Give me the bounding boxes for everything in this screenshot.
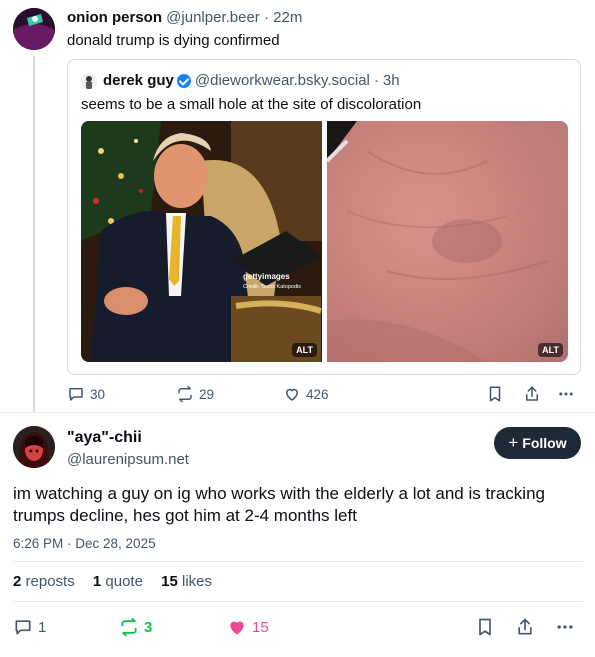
focused-post: "aya"-chii @laurenipsum.net + Follow im … [0, 412, 595, 657]
repost-icon [121, 617, 137, 637]
more-options-button[interactable] [557, 385, 580, 403]
alt-badge[interactable]: ALT [538, 343, 563, 357]
follow-label: Follow [522, 435, 567, 451]
quotes-stat[interactable]: 1 quote [93, 573, 143, 590]
engagement-stats: 2 reposts 1 quote 15 likes [13, 573, 226, 590]
quote-image-1[interactable]: gettyimages Credit: Tasos Katopodis ALT [81, 121, 322, 362]
reply-count: 1 [38, 618, 47, 636]
post-header: onion person @junlper.beer · 22m [67, 9, 302, 26]
heart-filled-icon [230, 621, 244, 635]
repost-count: 3 [144, 618, 153, 636]
reply-icon [69, 388, 83, 401]
author-name[interactable]: "aya"-chii [67, 429, 142, 447]
author-name[interactable]: onion person [67, 9, 162, 26]
thread-line [33, 56, 35, 412]
separator: · [263, 9, 269, 26]
bookmark-button[interactable] [475, 617, 500, 637]
plus-icon: + [508, 433, 519, 452]
reply-button[interactable]: 30 [67, 385, 105, 403]
like-count: 15 [252, 618, 269, 636]
divider [13, 601, 583, 602]
quote-avatar-image [81, 72, 97, 89]
quote-author-name[interactable]: derek guy [103, 72, 174, 89]
post-datetime: 6:26 PM · Dec 28, 2025 [13, 536, 156, 551]
post-time[interactable]: 22m [273, 9, 302, 26]
repost-count: 29 [199, 386, 215, 402]
avatar[interactable] [13, 8, 55, 50]
like-button[interactable]: 15 [227, 617, 269, 637]
separator: · [373, 72, 379, 89]
likes-stat[interactable]: 15 likes [161, 573, 212, 590]
share-icon [518, 618, 532, 635]
repost-button[interactable]: 3 [119, 617, 152, 637]
repost-button[interactable]: 29 [176, 385, 214, 403]
follow-button[interactable]: + Follow [494, 427, 581, 459]
quote-time[interactable]: 3h [383, 72, 400, 89]
reply-count: 30 [90, 386, 106, 402]
divider [13, 561, 583, 562]
quote-text: seems to be a small hole at the site of … [81, 96, 422, 113]
post-text: im watching a guy on ig who works with t… [13, 484, 545, 525]
image-credit: Credit: Tasos Katopodis [243, 284, 301, 290]
repost-icon [178, 385, 192, 403]
avatar-image [13, 8, 55, 50]
photo-skin-closeup [327, 121, 568, 362]
feed-post[interactable]: onion person @junlper.beer · 22m donald … [0, 0, 595, 412]
author-handle[interactable]: @junlper.beer [166, 9, 260, 26]
post-text: donald trump is dying confirmed [67, 32, 280, 49]
share-icon [526, 386, 538, 401]
quote-author-handle[interactable]: @dieworkwear.bsky.social [195, 72, 370, 89]
avatar[interactable] [13, 426, 55, 468]
image-watermark: gettyimages [243, 272, 290, 281]
author-handle[interactable]: @laurenipsum.net [67, 451, 189, 468]
post-actions: 1 3 15 [13, 617, 583, 641]
quote-header: derek guy @dieworkwear.bsky.social · 3h [81, 72, 400, 89]
more-options-button[interactable] [555, 617, 580, 637]
bookmark-icon [479, 618, 491, 636]
reply-button[interactable]: 1 [13, 617, 46, 637]
quote-avatar[interactable] [81, 72, 97, 89]
like-button[interactable]: 426 [283, 385, 329, 403]
more-options-icon [559, 392, 573, 396]
photo-trump-phone: gettyimages Credit: Tasos Katopodis [81, 121, 322, 362]
share-button[interactable] [523, 385, 546, 403]
like-count: 426 [306, 386, 329, 402]
share-button[interactable] [515, 617, 540, 637]
bookmark-icon [489, 386, 501, 402]
reposts-stat[interactable]: 2 reposts [13, 573, 75, 590]
reply-icon [15, 620, 31, 635]
verified-badge-icon [176, 73, 191, 88]
avatar-image [13, 426, 55, 468]
quote-image-2[interactable]: ALT [327, 121, 568, 362]
post-actions: 30 29 426 [67, 385, 581, 407]
more-options-icon [557, 625, 573, 629]
bookmark-button[interactable] [486, 385, 509, 403]
quoted-post[interactable]: derek guy @dieworkwear.bsky.social · 3h … [67, 59, 581, 375]
alt-badge[interactable]: ALT [292, 343, 317, 357]
heart-icon [286, 388, 298, 401]
